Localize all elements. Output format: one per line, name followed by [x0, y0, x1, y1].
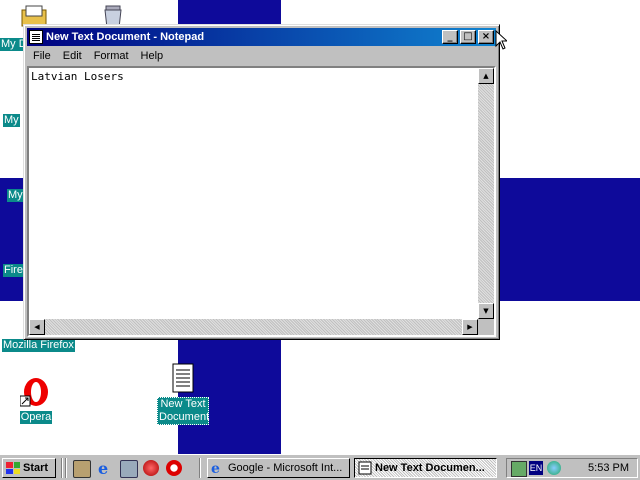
start-label: Start: [23, 462, 49, 474]
system-tray: EN 5:53 PM: [506, 458, 638, 478]
close-button[interactable]: ×: [478, 30, 494, 44]
show-desktop-icon[interactable]: [73, 460, 91, 478]
task-label: New Text Documen...: [375, 462, 485, 474]
opera-quicklaunch-icon[interactable]: [166, 460, 182, 476]
svg-text:e: e: [98, 460, 108, 476]
menu-bar: File Edit Format Help: [27, 47, 496, 65]
windows-logo-icon: [6, 462, 20, 474]
network-icon[interactable]: [120, 460, 138, 478]
taskbar-separator: [65, 458, 67, 478]
scroll-right-button[interactable]: ▶: [462, 319, 478, 335]
desktop-icon-label: My: [7, 189, 24, 202]
start-button[interactable]: Start: [2, 458, 56, 478]
task-button-notepad[interactable]: New Text Documen...: [354, 458, 497, 478]
language-indicator[interactable]: EN: [529, 461, 543, 475]
editor-content[interactable]: Latvian Losers: [31, 70, 124, 83]
menu-edit[interactable]: Edit: [57, 50, 88, 62]
scroll-left-button[interactable]: ◀: [29, 319, 45, 335]
horizontal-scrollbar[interactable]: ◀ ▶: [29, 319, 478, 335]
internet-explorer-icon: e: [211, 461, 220, 475]
menu-help[interactable]: Help: [135, 50, 170, 62]
desktop-icon-label: New Text Document: [157, 397, 210, 425]
desktop-icon-label: Opera: [19, 411, 53, 424]
taskbar: Start e e Google - Microsoft Int... New …: [0, 454, 640, 480]
resize-grip[interactable]: [478, 319, 494, 335]
desktop-icon-label: Mozilla Firefox: [2, 339, 75, 352]
internet-explorer-icon[interactable]: e: [97, 459, 113, 478]
vertical-scrollbar[interactable]: ▲ ▼: [478, 68, 494, 319]
clock[interactable]: 5:53 PM: [588, 462, 629, 474]
task-label: Google - Microsoft Int...: [228, 462, 343, 474]
desktop-icon-new-text-document[interactable]: New Text Document: [147, 362, 219, 425]
taskbar-separator: [199, 458, 201, 478]
menu-format[interactable]: Format: [88, 50, 135, 62]
task-button-google[interactable]: e Google - Microsoft Int...: [207, 458, 350, 478]
text-document-icon: [167, 362, 199, 394]
minimize-button[interactable]: _: [442, 30, 458, 44]
desktop-icon-opera[interactable]: Opera: [0, 376, 72, 424]
opera-icon: [19, 376, 52, 408]
desktop-icon-label: My: [3, 114, 20, 127]
svg-text:e: e: [211, 461, 220, 475]
scroll-down-button[interactable]: ▼: [478, 303, 494, 319]
taskbar-separator: [61, 458, 63, 478]
menu-file[interactable]: File: [27, 50, 57, 62]
network-status-icon[interactable]: [511, 461, 527, 477]
scroll-up-button[interactable]: ▲: [478, 68, 494, 84]
title-bar[interactable]: New Text Document - Notepad _ □ ×: [27, 28, 496, 46]
window-title: New Text Document - Notepad: [46, 31, 205, 43]
maximize-button[interactable]: □: [460, 30, 476, 44]
notepad-window[interactable]: New Text Document - Notepad _ □ × File E…: [23, 24, 500, 340]
notepad-icon[interactable]: [29, 30, 43, 44]
firefox-icon[interactable]: [143, 460, 159, 476]
text-editor[interactable]: Latvian Losers ▲ ▼ ◀ ▶: [27, 66, 496, 337]
mouse-cursor-icon: [495, 30, 507, 50]
notepad-icon: [358, 461, 372, 475]
globe-icon[interactable]: [547, 461, 561, 475]
desktop-icon-label: Fire: [3, 264, 24, 277]
